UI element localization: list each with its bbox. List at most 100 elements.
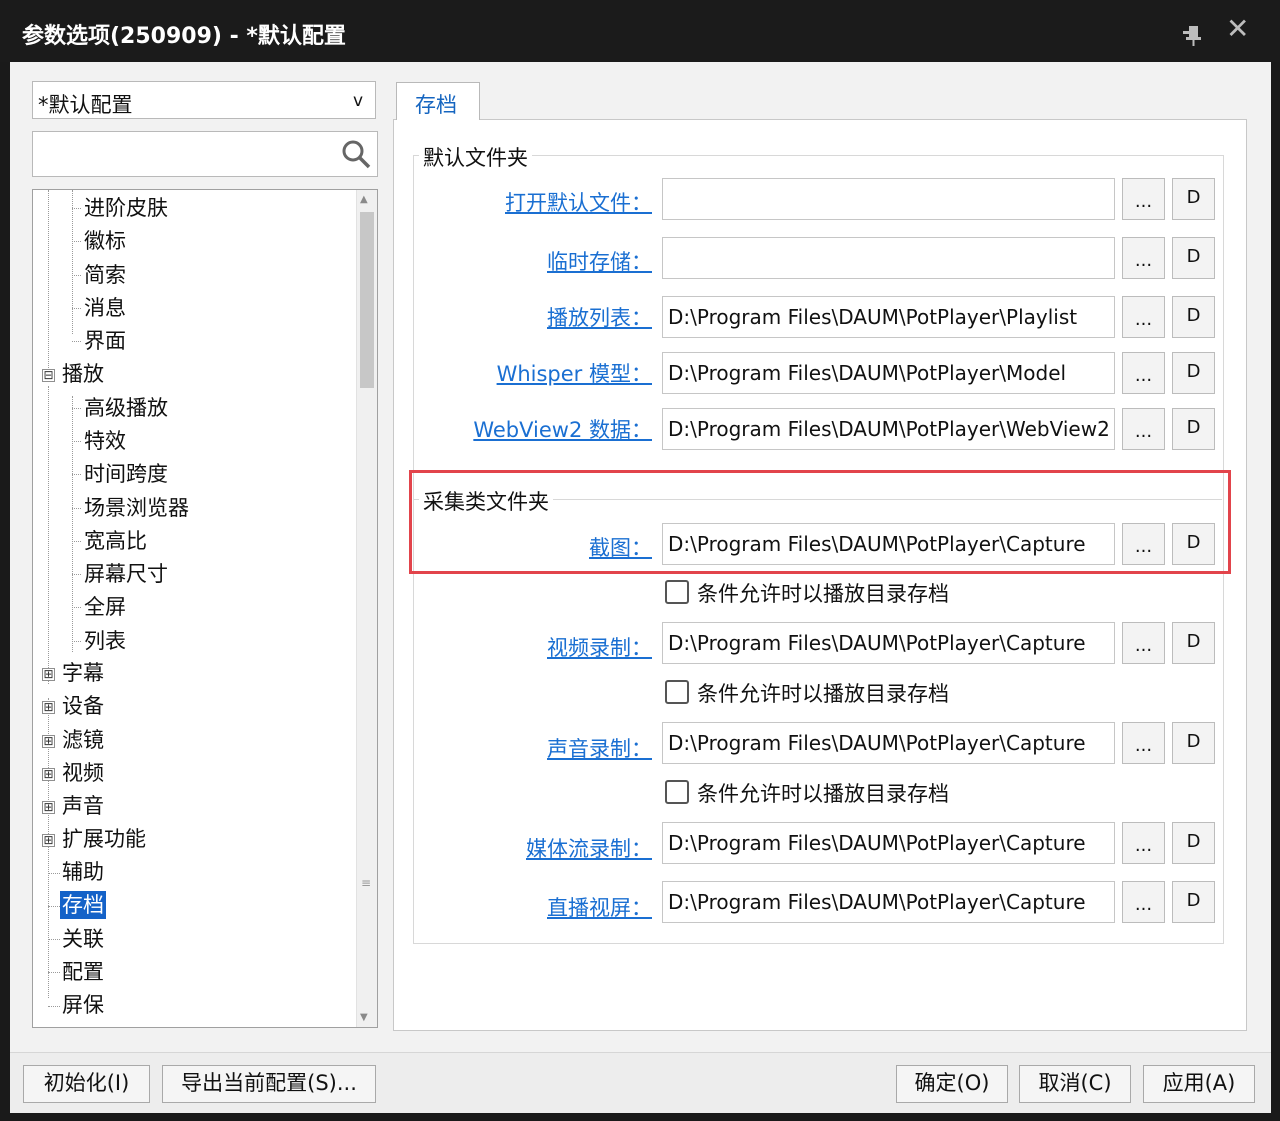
tree-item[interactable]: 全屏: [84, 593, 126, 621]
checkbox-box[interactable]: [665, 780, 689, 804]
screenshot-link[interactable]: 截图：: [589, 532, 652, 562]
checkbox-box[interactable]: [665, 580, 689, 604]
open-default-file-link[interactable]: 打开默认文件：: [505, 187, 652, 217]
live-capture-input[interactable]: [668, 888, 1108, 916]
webview2-data-input[interactable]: [668, 415, 1108, 443]
browse-button[interactable]: ...: [1122, 408, 1165, 450]
expand-icon[interactable]: ⊞: [42, 768, 55, 781]
tree-item-playback[interactable]: 播放: [62, 360, 104, 388]
tree-item-archive[interactable]: 存档: [60, 891, 106, 919]
tree-item[interactable]: 徽标: [84, 227, 126, 255]
profile-select[interactable]: *默认配置 v: [32, 81, 376, 119]
tree-item-devices[interactable]: 设备: [62, 692, 104, 720]
tree-item[interactable]: 时间跨度: [84, 460, 168, 488]
default-button[interactable]: D: [1172, 352, 1215, 394]
tree-item[interactable]: 宽高比: [84, 527, 147, 555]
pin-icon[interactable]: [1180, 22, 1206, 50]
open-default-file-field[interactable]: [662, 178, 1115, 220]
browse-button[interactable]: ...: [1122, 178, 1165, 220]
playlist-input[interactable]: [668, 303, 1108, 331]
tree-item[interactable]: 场景浏览器: [84, 494, 189, 522]
cancel-button[interactable]: 取消(C): [1019, 1065, 1131, 1103]
temp-storage-field[interactable]: [662, 237, 1115, 279]
video-recording-field[interactable]: [662, 622, 1115, 664]
expand-icon[interactable]: ⊞: [42, 668, 55, 681]
browse-button[interactable]: ...: [1122, 296, 1165, 338]
checkbox-screenshot[interactable]: 条件允许时以播放目录存档: [665, 578, 949, 608]
scroll-thumb[interactable]: [360, 212, 374, 388]
whisper-model-link[interactable]: Whisper 模型：: [497, 358, 652, 388]
tree-item-screensaver[interactable]: 屏保: [62, 991, 104, 1019]
tree-item-audio[interactable]: 声音: [62, 792, 104, 820]
video-recording-input[interactable]: [668, 629, 1108, 657]
default-button[interactable]: D: [1172, 622, 1215, 664]
default-button[interactable]: D: [1172, 722, 1215, 764]
tree-item[interactable]: 高级播放: [84, 394, 168, 422]
tree-item[interactable]: 简索: [84, 261, 126, 289]
tree-item[interactable]: 屏幕尺寸: [84, 560, 168, 588]
open-default-file-input[interactable]: [668, 185, 1108, 213]
audio-recording-link[interactable]: 声音录制：: [547, 733, 652, 763]
search-box[interactable]: [32, 131, 378, 177]
tree-item-filters[interactable]: 滤镜: [62, 726, 104, 754]
browse-button[interactable]: ...: [1122, 352, 1165, 394]
checkbox-video[interactable]: 条件允许时以播放目录存档: [665, 678, 949, 708]
tree-item[interactable]: 列表: [84, 627, 126, 655]
browse-button[interactable]: ...: [1122, 237, 1165, 279]
webview2-data-link[interactable]: WebView2 数据：: [473, 414, 652, 444]
browse-button[interactable]: ...: [1122, 881, 1165, 923]
screenshot-field[interactable]: [662, 523, 1115, 565]
expand-icon[interactable]: ⊞: [42, 834, 55, 847]
default-button[interactable]: D: [1172, 881, 1215, 923]
search-input[interactable]: [37, 136, 337, 172]
close-icon[interactable]: ✕: [1226, 15, 1249, 43]
tree-item-association[interactable]: 关联: [62, 925, 104, 953]
audio-recording-field[interactable]: [662, 722, 1115, 764]
default-button[interactable]: D: [1172, 178, 1215, 220]
tree-item[interactable]: 界面: [84, 327, 126, 355]
default-button[interactable]: D: [1172, 237, 1215, 279]
ok-button[interactable]: 确定(O): [896, 1065, 1008, 1103]
tree-item-extensions[interactable]: 扩展功能: [62, 825, 146, 853]
default-button[interactable]: D: [1172, 822, 1215, 864]
live-capture-field[interactable]: [662, 881, 1115, 923]
webview2-data-field[interactable]: [662, 408, 1115, 450]
tree-item-subtitles[interactable]: 字幕: [62, 659, 104, 687]
expand-icon[interactable]: ⊞: [42, 801, 55, 814]
checkbox-box[interactable]: [665, 680, 689, 704]
export-config-button[interactable]: 导出当前配置(S)...: [162, 1065, 376, 1103]
default-button[interactable]: D: [1172, 296, 1215, 338]
collapse-icon[interactable]: ⊟: [42, 369, 55, 382]
stream-recording-link[interactable]: 媒体流录制：: [526, 833, 652, 863]
scroll-down-icon[interactable]: ▼: [360, 1012, 368, 1023]
playlist-field[interactable]: [662, 296, 1115, 338]
audio-recording-input[interactable]: [668, 729, 1108, 757]
default-button[interactable]: D: [1172, 523, 1215, 565]
stream-recording-field[interactable]: [662, 822, 1115, 864]
checkbox-audio[interactable]: 条件允许时以播放目录存档: [665, 778, 949, 808]
apply-button[interactable]: 应用(A): [1143, 1065, 1255, 1103]
tree-item[interactable]: 进阶皮肤: [84, 194, 168, 222]
reset-button[interactable]: 初始化(I): [23, 1065, 150, 1103]
expand-icon[interactable]: ⊞: [42, 701, 55, 714]
browse-button[interactable]: ...: [1122, 622, 1165, 664]
tree-scrollbar[interactable]: ▲ ≡ ▼: [356, 190, 377, 1027]
tree-item-assist[interactable]: 辅助: [62, 858, 104, 886]
tree-item-video[interactable]: 视频: [62, 759, 104, 787]
browse-button[interactable]: ...: [1122, 523, 1165, 565]
tree-item[interactable]: 消息: [84, 294, 126, 322]
playlist-link[interactable]: 播放列表：: [547, 302, 652, 332]
temp-storage-link[interactable]: 临时存储：: [547, 246, 652, 276]
expand-icon[interactable]: ⊞: [42, 735, 55, 748]
browse-button[interactable]: ...: [1122, 722, 1165, 764]
whisper-model-field[interactable]: [662, 352, 1115, 394]
live-capture-link[interactable]: 直播视屏：: [547, 892, 652, 922]
stream-recording-input[interactable]: [668, 829, 1108, 857]
tree-item-config[interactable]: 配置: [62, 958, 104, 986]
scroll-up-icon[interactable]: ▲: [360, 194, 368, 205]
tree-item[interactable]: 特效: [84, 427, 126, 455]
browse-button[interactable]: ...: [1122, 822, 1165, 864]
tab-archive[interactable]: 存档: [396, 82, 480, 120]
whisper-model-input[interactable]: [668, 359, 1108, 387]
default-button[interactable]: D: [1172, 408, 1215, 450]
